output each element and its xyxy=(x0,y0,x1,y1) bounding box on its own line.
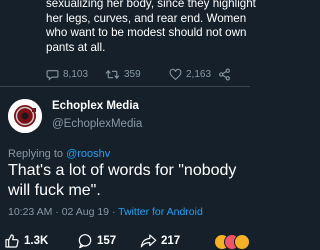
thumbs-up-action[interactable]: 1.3K xyxy=(4,232,48,250)
thumbs-up-icon xyxy=(4,233,20,249)
reply-action[interactable]: 8,103 xyxy=(46,66,88,82)
reply-tweet-line: That's a lot of words for "nobody xyxy=(8,162,237,179)
avatar[interactable] xyxy=(8,99,42,133)
retweet-count: 359 xyxy=(124,68,141,80)
meta-separator: · xyxy=(111,206,116,218)
like-action[interactable]: 2,163 xyxy=(169,66,211,82)
previous-tweet-actions: 8,103 359 2,163 xyxy=(46,66,246,82)
previous-tweet-line: who want to be modest should not own xyxy=(46,26,247,39)
speech-bubble-icon xyxy=(46,68,59,81)
reply-tweet-line: will fuck me". xyxy=(8,181,101,199)
like-count: 2,163 xyxy=(186,68,212,80)
surprised-emoji-icon xyxy=(234,234,250,250)
previous-tweet-text: sexualizing her body, since they highlig… xyxy=(46,0,256,55)
replying-to-prefix: Replying to xyxy=(8,148,67,160)
comment-action[interactable]: 157 xyxy=(77,232,116,250)
previous-tweet-line: her legs, curves, and rear end. Women xyxy=(46,11,247,25)
previous-tweet-line: sexualizing her body, since they highlig… xyxy=(46,0,256,10)
shares-count: 217 xyxy=(161,235,181,247)
previous-tweet-line: pants at all. xyxy=(46,40,106,54)
likes-count: 1.3K xyxy=(24,235,49,247)
comments-count: 157 xyxy=(97,235,117,247)
bottom-action-bar: 1.3K 157 217 xyxy=(0,232,250,250)
forward-action[interactable]: 217 xyxy=(140,232,180,250)
reply-count: 8,103 xyxy=(63,68,89,80)
display-name[interactable]: Echoplex Media xyxy=(52,100,139,112)
share-action[interactable] xyxy=(218,66,231,82)
user-handle[interactable]: @EchoplexMedia xyxy=(52,118,142,130)
share-icon xyxy=(218,68,231,81)
replying-to: Replying to @rooshv xyxy=(8,148,110,160)
tweet-divider xyxy=(0,86,250,87)
reply-tweet-text: That's a lot of words for "nobody will f… xyxy=(8,161,248,200)
retweet-action[interactable]: 359 xyxy=(105,66,141,82)
tweet-date[interactable]: 02 Aug 19 xyxy=(62,206,109,218)
replying-to-mention[interactable]: @rooshv xyxy=(66,148,110,160)
tweet-meta: 10:23 AM · 02 Aug 19 · Twitter for Andro… xyxy=(8,206,203,218)
comment-bubble-icon xyxy=(77,233,93,249)
retweet-icon xyxy=(105,68,120,81)
heart-icon xyxy=(169,68,182,81)
tweet-time[interactable]: 10:23 AM xyxy=(8,206,52,218)
forward-arrow-icon xyxy=(140,233,157,249)
meta-separator: · xyxy=(55,206,59,218)
tweet-source[interactable]: Twitter for Android xyxy=(118,206,203,218)
